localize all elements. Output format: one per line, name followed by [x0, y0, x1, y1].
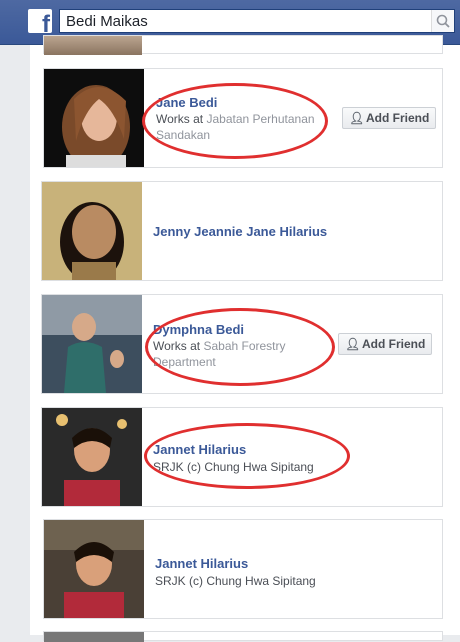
- search-input[interactable]: [60, 10, 442, 32]
- facebook-logo-icon[interactable]: f: [28, 9, 52, 33]
- add-friend-button[interactable]: 👤︎ Add Friend: [338, 333, 433, 355]
- result-card-partial: [43, 631, 443, 642]
- add-friend-icon: 👤︎: [349, 111, 365, 125]
- result-card: Jenny Jeannie Jane Hilarius: [41, 181, 443, 281]
- red-annotation-oval: [145, 308, 335, 386]
- profile-photo[interactable]: [44, 69, 144, 167]
- result-name[interactable]: Jannet Hilarius: [155, 556, 248, 571]
- profile-photo[interactable]: [42, 295, 142, 393]
- search-box: [59, 9, 455, 33]
- profile-photo[interactable]: [44, 36, 142, 55]
- left-rail: [0, 45, 31, 635]
- profile-photo[interactable]: [42, 408, 142, 506]
- profile-photo[interactable]: [44, 520, 144, 618]
- result-card: Jannet Hilarius SRJK (c) Chung Hwa Sipit…: [43, 519, 443, 619]
- search-button[interactable]: [431, 10, 454, 32]
- result-name[interactable]: Jenny Jeannie Jane Hilarius: [153, 224, 327, 239]
- add-friend-button[interactable]: 👤︎ Add Friend: [342, 107, 437, 129]
- result-detail[interactable]: SRJK (c) Chung Hwa Sipitang: [155, 573, 316, 589]
- result-card-partial: [43, 35, 443, 55]
- red-annotation-oval: [144, 423, 350, 489]
- profile-photo[interactable]: [42, 182, 142, 280]
- search-results-list: Jane Bedi Works at Jabatan Perhutanan Sa…: [30, 35, 460, 642]
- profile-photo[interactable]: [44, 632, 144, 642]
- search-icon: [436, 14, 450, 28]
- add-friend-icon: 👤︎: [345, 337, 361, 351]
- red-annotation-oval: [142, 83, 328, 159]
